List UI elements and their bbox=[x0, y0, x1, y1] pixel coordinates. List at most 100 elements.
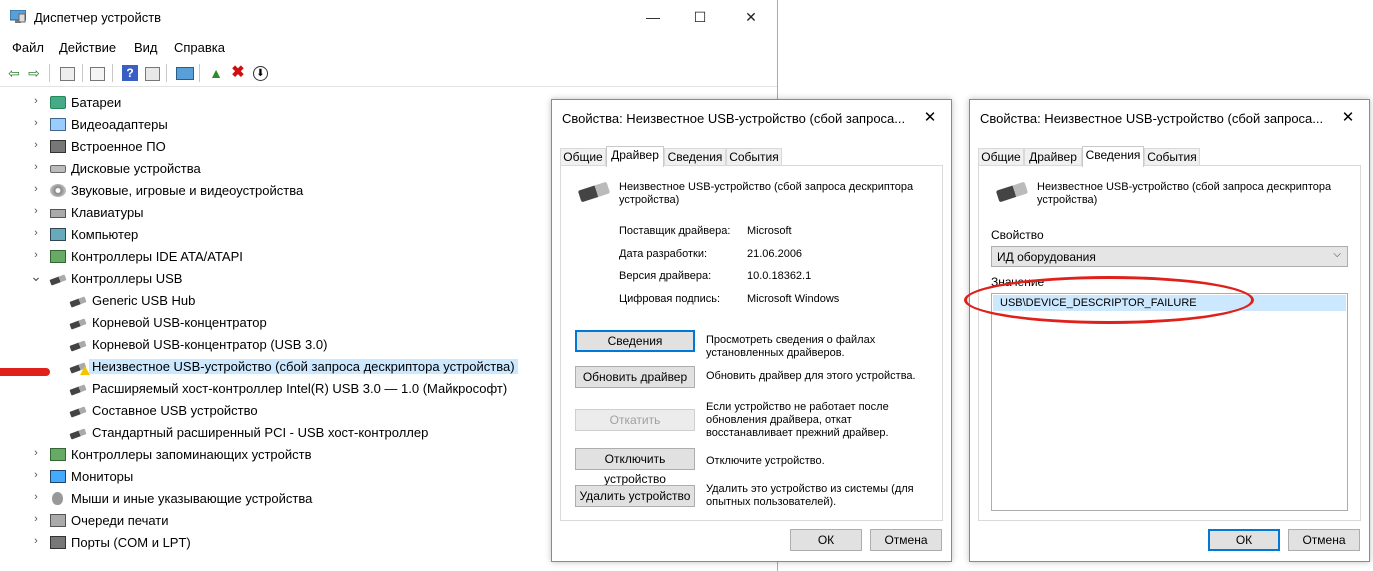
tree-item-label: Батареи bbox=[71, 95, 122, 110]
tree-item-label: Неизвестное USB-устройство (сбой запроса… bbox=[89, 359, 518, 374]
help-icon[interactable]: ? bbox=[122, 65, 138, 81]
monitor-icon[interactable] bbox=[176, 67, 194, 80]
usb-plug-icon bbox=[69, 384, 87, 396]
expand-arrow-icon[interactable]: › bbox=[30, 205, 42, 217]
port-icon bbox=[50, 536, 66, 549]
expand-arrow-icon[interactable]: › bbox=[30, 491, 42, 503]
menu-help[interactable]: Справка bbox=[174, 40, 225, 55]
update-driver-button[interactable]: Обновить драйвер bbox=[575, 366, 695, 388]
disable-device-desc: Отключите устройство. bbox=[706, 455, 825, 467]
property-select-value: ИД оборудования bbox=[997, 250, 1096, 264]
disable-device-button[interactable]: Отключить устройство bbox=[575, 448, 695, 486]
driver-panel: Неизвестное USB-устройство (сбой запроса… bbox=[560, 165, 943, 521]
toolbar-separator bbox=[49, 64, 50, 82]
close-button[interactable]: ✕ bbox=[728, 0, 774, 34]
tab-general[interactable]: Общие bbox=[560, 148, 606, 166]
menu-file[interactable]: Файл bbox=[12, 40, 44, 55]
tree-item-label: Мониторы bbox=[71, 469, 134, 484]
firmware-icon bbox=[50, 140, 66, 153]
property-label: Свойство bbox=[991, 228, 1044, 242]
tree-item-label: Мыши и иные указывающие устройства bbox=[71, 491, 313, 506]
uninstall-icon[interactable]: ✖ bbox=[230, 65, 246, 81]
tab-events[interactable]: События bbox=[1144, 148, 1200, 166]
usb-device-icon bbox=[577, 181, 611, 203]
tree-item-label: Корневой USB-концентратор (USB 3.0) bbox=[92, 337, 328, 352]
dialog-close-button[interactable]: ✕ bbox=[1333, 105, 1363, 131]
dialog-close-button[interactable]: ✕ bbox=[915, 105, 945, 131]
expand-arrow-icon[interactable]: › bbox=[30, 249, 42, 261]
expand-arrow-icon[interactable]: › bbox=[30, 95, 42, 107]
uninstall-device-desc: Удалить это устройство из системы (для о… bbox=[706, 483, 914, 508]
tree-item-label: Клавиатуры bbox=[71, 205, 144, 220]
expand-arrow-icon[interactable]: › bbox=[30, 447, 42, 459]
forward-icon[interactable]: ⇨ bbox=[26, 65, 42, 81]
monitor-icon bbox=[50, 470, 66, 483]
driver-version-value: 10.0.18362.1 bbox=[747, 270, 812, 282]
usb-plug-icon bbox=[69, 340, 87, 352]
uninstall-device-button[interactable]: Удалить устройство bbox=[575, 485, 695, 507]
tree-item-label: Звуковые, игровые и видеоустройства bbox=[71, 183, 304, 198]
update-driver-icon[interactable]: ▲ bbox=[208, 65, 224, 81]
properties-dialog-details: Свойства: Неизвестное USB-устройство (сб… bbox=[969, 99, 1370, 562]
tree-item-label: Очереди печати bbox=[71, 513, 169, 528]
tab-events[interactable]: События bbox=[726, 148, 782, 166]
expand-arrow-icon[interactable]: › bbox=[30, 513, 42, 525]
digital-signer-value: Microsoft Windows bbox=[747, 293, 840, 305]
cancel-button[interactable]: Отмена bbox=[1288, 529, 1360, 551]
property-select[interactable]: ИД оборудования ⌵ bbox=[991, 246, 1348, 267]
expand-arrow-icon[interactable]: › bbox=[30, 117, 42, 129]
tree-item-label: Видеоадаптеры bbox=[71, 117, 168, 132]
rollback-driver-button[interactable]: Откатить bbox=[575, 409, 695, 431]
expand-arrow-icon[interactable]: › bbox=[30, 161, 42, 173]
driver-details-button[interactable]: Сведения bbox=[575, 330, 695, 352]
expand-arrow-icon[interactable]: › bbox=[30, 227, 42, 239]
minimize-button[interactable]: — bbox=[630, 0, 676, 34]
driver-date-label: Дата разработки: bbox=[619, 248, 708, 260]
menu-view[interactable]: Вид bbox=[134, 40, 158, 55]
window-title: Диспетчер устройств bbox=[34, 10, 162, 25]
digital-signer-label: Цифровая подпись: bbox=[619, 293, 721, 305]
storage-controller-icon bbox=[50, 448, 66, 461]
device-manager-icon bbox=[10, 10, 26, 23]
toolbar-separator bbox=[112, 64, 113, 82]
mouse-icon bbox=[52, 492, 63, 505]
rollback-driver-desc: Если устройство не работает после обновл… bbox=[706, 401, 889, 439]
dialog-title: Свойства: Неизвестное USB-устройство (сб… bbox=[980, 111, 1324, 126]
ok-button[interactable]: ОК bbox=[1208, 529, 1280, 551]
chevron-down-icon: ⌵ bbox=[1333, 249, 1341, 260]
menu-action[interactable]: Действие bbox=[59, 40, 116, 55]
tree-item-label: Порты (COM и LPT) bbox=[71, 535, 191, 550]
tree-item-label: Generic USB Hub bbox=[92, 293, 196, 308]
expand-arrow-icon[interactable]: › bbox=[30, 183, 42, 195]
tree-item-label: Стандартный расширенный PCI - USB хост-к… bbox=[92, 425, 429, 440]
usb-plug-icon bbox=[69, 296, 87, 308]
properties-icon[interactable] bbox=[60, 67, 75, 81]
view-icon[interactable] bbox=[145, 67, 160, 81]
usb-controller-icon bbox=[49, 274, 67, 286]
scan-icon[interactable]: ⬇ bbox=[253, 66, 268, 81]
ok-button[interactable]: ОК bbox=[790, 529, 862, 551]
tab-driver[interactable]: Драйвер bbox=[1024, 148, 1082, 166]
value-list[interactable]: USB\DEVICE_DESCRIPTOR_FAILURE bbox=[991, 293, 1348, 511]
expand-arrow-icon[interactable]: › bbox=[30, 535, 42, 547]
cancel-button[interactable]: Отмена bbox=[870, 529, 942, 551]
tab-details[interactable]: Сведения bbox=[664, 148, 726, 166]
maximize-button[interactable]: ☐ bbox=[677, 0, 723, 34]
tab-details[interactable]: Сведения bbox=[1082, 146, 1144, 167]
printer-icon bbox=[50, 514, 66, 527]
usb-plug-icon bbox=[69, 406, 87, 418]
tab-driver[interactable]: Драйвер bbox=[606, 146, 664, 167]
battery-icon bbox=[50, 96, 66, 109]
display-adapter-icon bbox=[50, 118, 66, 131]
show-hide-icon[interactable] bbox=[90, 67, 105, 81]
back-icon[interactable]: ⇦ bbox=[6, 65, 22, 81]
tree-item-label: Составное USB устройство bbox=[92, 403, 258, 418]
collapse-arrow-icon[interactable]: ⌄ bbox=[30, 268, 42, 285]
expand-arrow-icon[interactable]: › bbox=[30, 469, 42, 481]
title-bar: Диспетчер устройств — ☐ ✕ bbox=[0, 0, 777, 36]
tab-general[interactable]: Общие bbox=[978, 148, 1024, 166]
properties-dialog-driver: Свойства: Неизвестное USB-устройство (сб… bbox=[551, 99, 952, 562]
driver-version-label: Версия драйвера: bbox=[619, 270, 712, 282]
ide-controller-icon bbox=[50, 250, 66, 263]
expand-arrow-icon[interactable]: › bbox=[30, 139, 42, 151]
